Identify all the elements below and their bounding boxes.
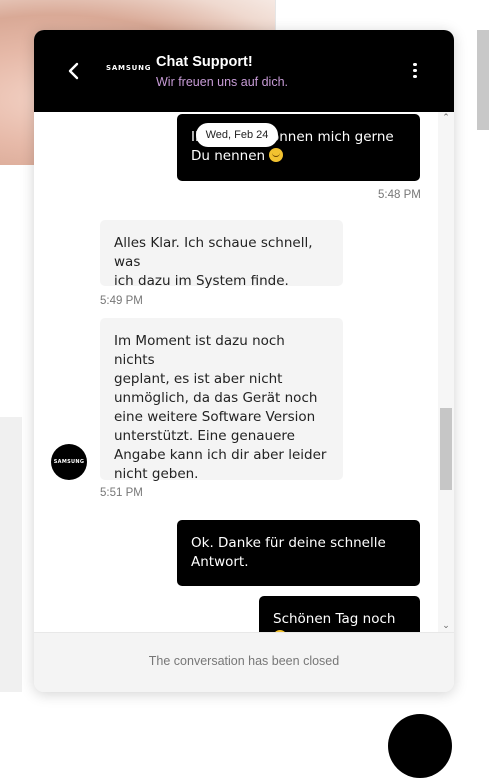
agent-avatar: SAMSUNG <box>51 444 87 480</box>
scroll-down-arrow-icon[interactable]: ⌄ <box>438 620 454 632</box>
message-outgoing: Schönen Tag noch <box>259 596 420 632</box>
chat-subtitle: Wir freuen uns auf dich. <box>156 75 289 89</box>
page-scrollbar[interactable] <box>476 0 490 727</box>
conversation-closed-notice: The conversation has been closed <box>148 654 340 668</box>
chat-scrollbar[interactable]: ⌃ ⌄ <box>438 112 454 632</box>
chat-title: Chat Support! <box>156 54 253 70</box>
chat-launcher-button[interactable] <box>388 714 452 778</box>
smile-emoji-icon <box>269 148 284 162</box>
more-menu-button[interactable] <box>406 60 424 82</box>
back-button[interactable] <box>62 56 86 86</box>
page-scrollbar-thumb[interactable] <box>477 30 489 130</box>
message-outgoing: Ok. Danke für deine schnelle Antwort. <box>177 520 420 586</box>
message-timestamp: 5:49 PM <box>100 295 143 307</box>
message-timestamp: 5:48 PM <box>378 189 421 201</box>
message-timestamp: 5:51 PM <box>100 487 143 499</box>
message-incoming: Alles Klar. Ich schaue schnell, was ich … <box>100 220 343 289</box>
message-incoming: Im Moment ist dazu noch nichts geplant, … <box>100 318 343 482</box>
chevron-left-icon <box>68 62 79 80</box>
more-vertical-icon <box>406 62 424 78</box>
date-separator: Wed, Feb 24 <box>196 123 278 147</box>
background-panel <box>0 417 22 692</box>
chat-header: SAMSUNG Chat Support! Wir freuen uns auf… <box>34 30 454 112</box>
chat-footer: The conversation has been closed <box>34 632 454 692</box>
scroll-up-arrow-icon[interactable]: ⌃ <box>438 112 454 124</box>
chat-scrollbar-thumb[interactable] <box>440 408 452 490</box>
message-list[interactable]: Ih können mich gerne Du nennen Wed, Feb … <box>34 112 454 632</box>
brand-logo: SAMSUNG <box>106 64 152 72</box>
chat-widget: SAMSUNG Chat Support! Wir freuen uns auf… <box>34 30 454 692</box>
